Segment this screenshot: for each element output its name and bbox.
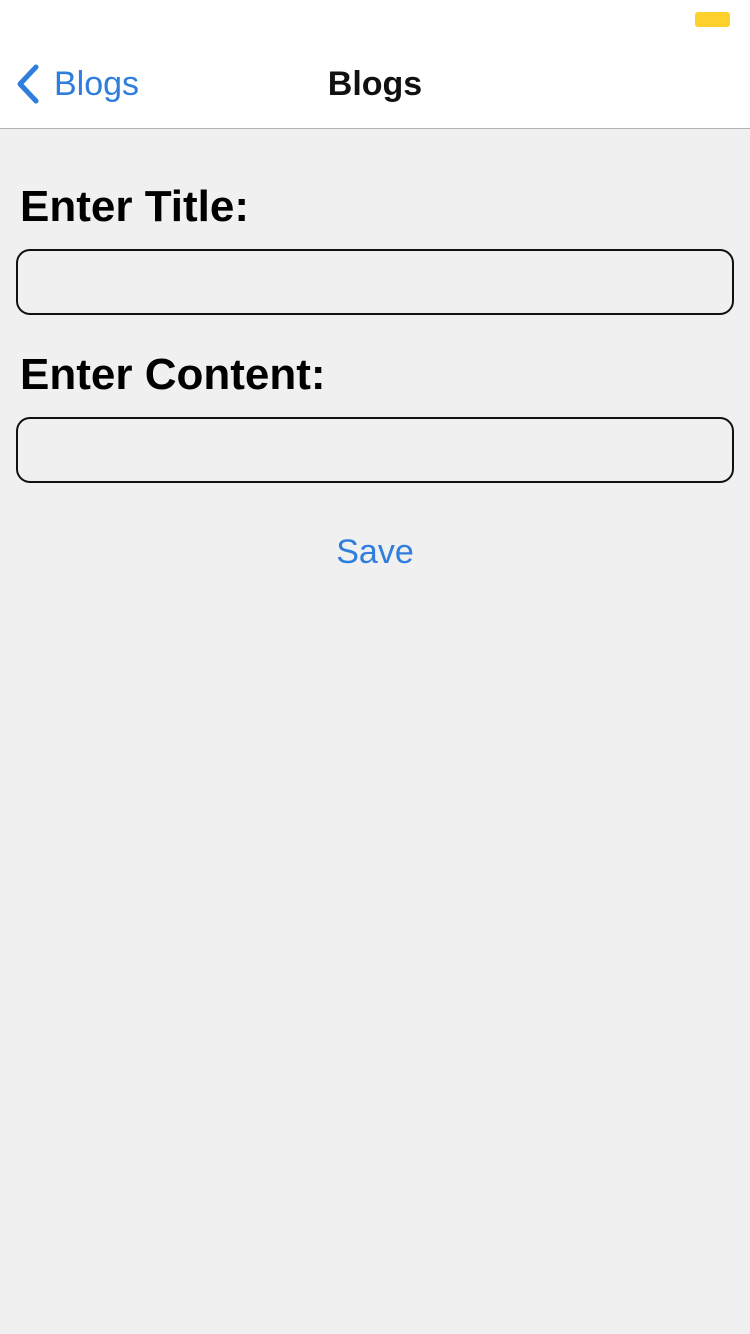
title-input[interactable] [16, 249, 734, 315]
status-bar [0, 0, 750, 40]
content-label: Enter Content: [20, 350, 326, 399]
battery-icon [695, 12, 730, 27]
title-label: Enter Title: [20, 182, 250, 231]
navigation-bar: Blogs Blogs [0, 40, 750, 129]
page-title: Blogs [327, 65, 423, 103]
save-button[interactable]: Save [0, 528, 750, 576]
content-input[interactable] [16, 417, 734, 483]
